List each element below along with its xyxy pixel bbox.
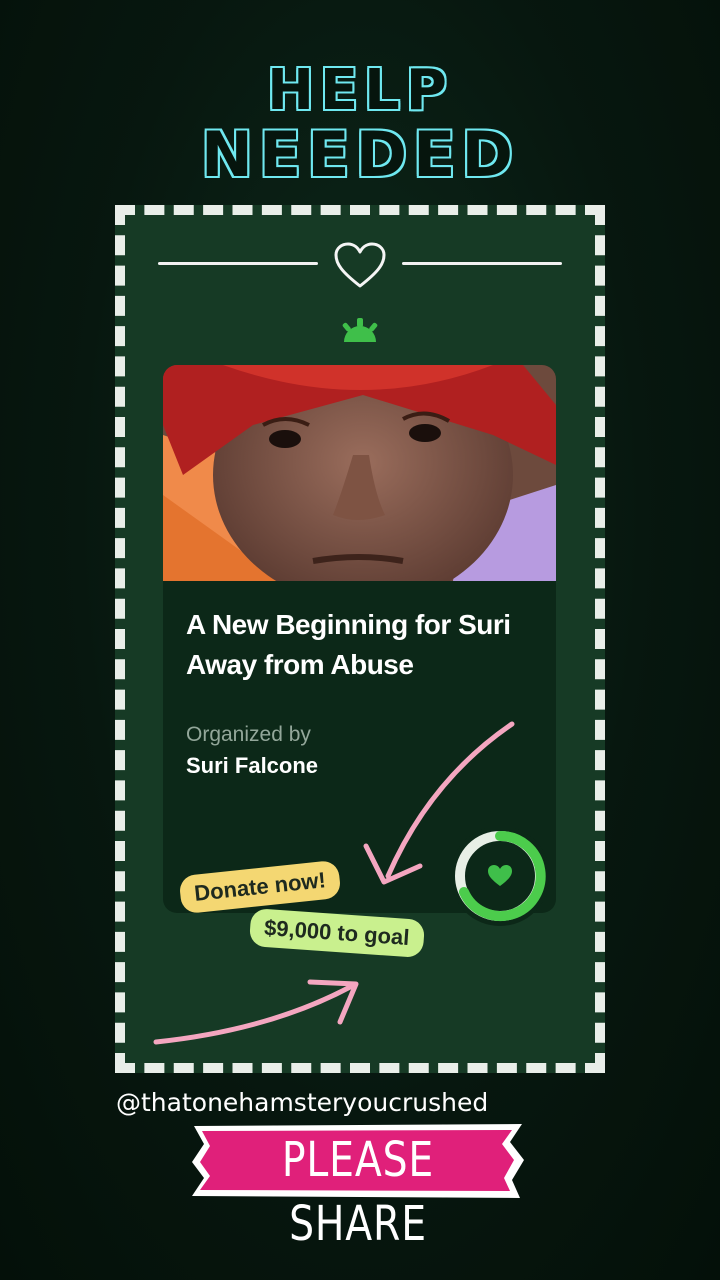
heart-outline-icon [334,242,386,288]
username-tag: @thatonehamsteryoucrushed [116,1088,489,1117]
organizer-photo [163,365,556,581]
headline-needed: NEEDED [201,118,519,191]
progress-ring [450,826,550,926]
headline-help: HELP [267,58,453,123]
fundraiser-title: A New Beginning for Suri Away from Abuse [186,609,511,680]
organizer-name: Suri Falcone [186,753,319,778]
divider-left [158,262,318,265]
divider-right [402,262,562,265]
organized-by-label: Organized by [186,723,311,746]
gofundme-logo-icon [342,318,378,342]
please-share-label: PLEASE SHARE [281,1132,435,1252]
